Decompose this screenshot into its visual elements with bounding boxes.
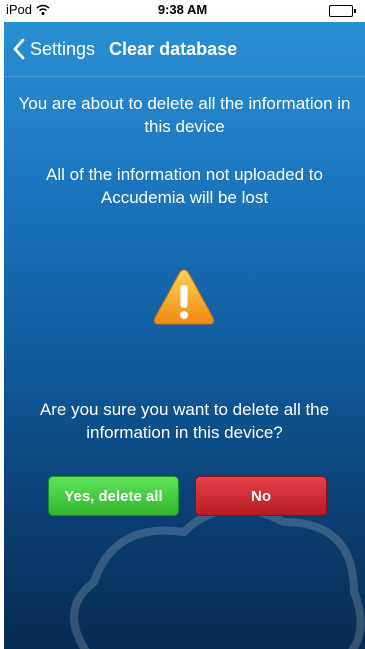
page-title: Clear database xyxy=(109,38,238,59)
yes-delete-all-button[interactable]: Yes, delete all xyxy=(48,476,179,516)
warning-icon-container xyxy=(152,267,216,327)
status-bar: iPod 9:38 AM xyxy=(0,0,365,22)
no-button[interactable]: No xyxy=(195,476,327,516)
data-loss-message: All of the information not uploaded to A… xyxy=(46,165,323,207)
battery-icon xyxy=(329,5,356,17)
warning-message: You are about to delete all the informat… xyxy=(18,94,351,136)
back-label: Settings xyxy=(30,38,96,59)
warning-triangle-icon xyxy=(154,269,214,325)
back-button[interactable]: Settings xyxy=(12,38,95,60)
app-screen: Settings Clear database You are about to… xyxy=(4,22,365,649)
status-time: 9:38 AM xyxy=(157,2,208,17)
chevron-left-icon xyxy=(13,38,25,60)
navigation-bar: Settings Clear database xyxy=(4,22,365,77)
confirm-question: Are you sure you want to delete all the … xyxy=(39,400,330,442)
